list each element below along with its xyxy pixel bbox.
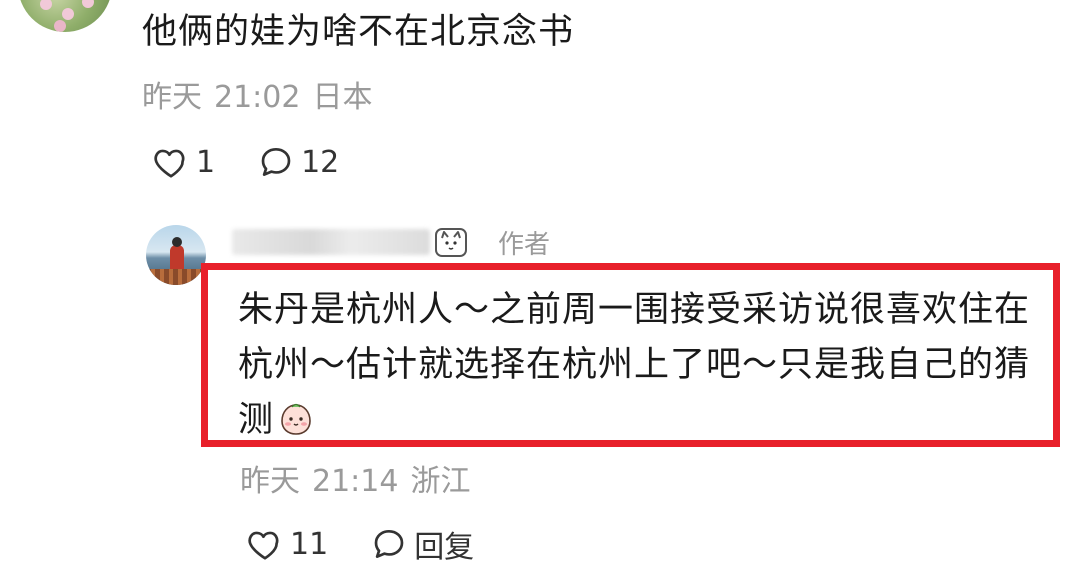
reply-reply-button[interactable]: 回复: [370, 522, 516, 566]
reply-like-button[interactable]: 11: [246, 525, 370, 563]
author-tag: 作者: [498, 230, 551, 260]
face-emoji-icon: [281, 403, 311, 435]
reply-location: 浙江: [410, 464, 471, 499]
comment-location: 日本: [312, 80, 373, 115]
reply-count: 12: [301, 144, 340, 180]
cat-badge-icon: [435, 228, 467, 257]
reply-content: 朱丹是杭州人～之前周一围接受采访说很喜欢住在杭州～估计就选择在杭州上了吧～只是我…: [238, 283, 1038, 448]
comment-time: 21:02: [214, 80, 301, 115]
reply-time: 21:14: [312, 464, 399, 499]
reply-button[interactable]: 12: [257, 143, 381, 181]
comment-meta: 昨天 21:02 日本: [142, 78, 384, 118]
reply-date: 昨天: [240, 464, 300, 499]
reply-like-count: 11: [290, 526, 329, 562]
heart-icon: [248, 531, 279, 560]
author-avatar[interactable]: [146, 225, 206, 285]
reply-label: 回复: [414, 530, 475, 565]
reply-text: 朱丹是杭州人～之前周一围接受采访说很喜欢住在杭州～估计就选择在杭州上了吧～只是我…: [238, 290, 1031, 440]
like-button[interactable]: 1: [152, 143, 257, 181]
reply-actions: 11 回复: [246, 522, 516, 566]
comment-bubble-icon: [374, 529, 404, 559]
comment-date: 昨天: [142, 80, 202, 115]
heart-icon: [154, 149, 185, 178]
like-count: 1: [196, 144, 216, 180]
author-name-blurred[interactable]: [232, 229, 430, 255]
commenter-avatar[interactable]: [18, 0, 112, 32]
comment-text: 他俩的娃为啥不在北京念书: [142, 12, 575, 52]
comment-bubble-icon: [261, 147, 291, 177]
reply-meta: 昨天 21:14 浙江: [240, 462, 482, 502]
comment-actions: 1 12: [152, 140, 381, 184]
